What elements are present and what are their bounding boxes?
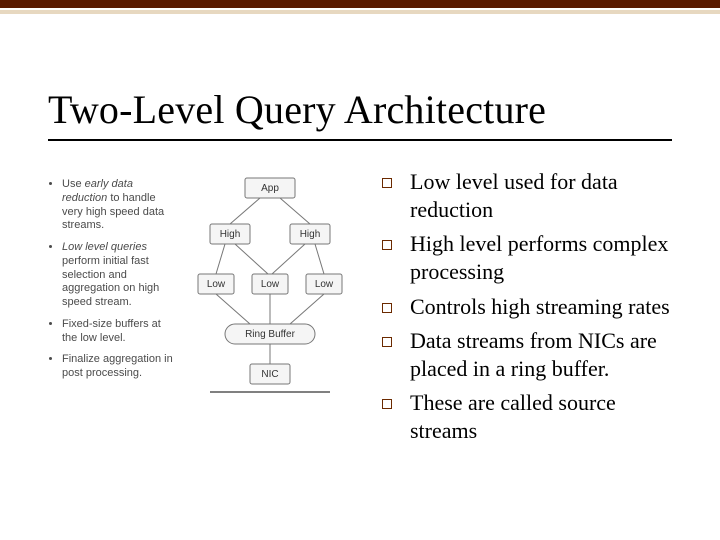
label-nic: NIC [261, 369, 278, 380]
note-item: Low level queries perform initial fast s… [62, 241, 178, 310]
title-underline [48, 139, 672, 141]
note-item: Finalize aggregation in post processing. [62, 353, 178, 381]
left-column: Use early data reduction to handle very … [48, 168, 358, 510]
note-em: Low level queries [62, 241, 147, 253]
right-column: Low level used for data reduction High l… [358, 168, 678, 510]
diagram-svg: App High High Low Low Low Ring Buffer NI… [190, 174, 350, 394]
label-high: High [300, 229, 321, 240]
bullet-text: High level performs complex processing [410, 230, 678, 286]
square-bullet-icon [382, 399, 392, 409]
note-text: Finalize aggregation in post processing. [62, 353, 173, 379]
content-area: Use early data reduction to handle very … [48, 168, 678, 510]
top-decor [0, 0, 720, 14]
label-low: Low [261, 279, 280, 290]
square-bullet-icon [382, 337, 392, 347]
bullet-item: High level performs complex processing [382, 230, 678, 286]
label-low: Low [207, 279, 226, 290]
side-notes: Use early data reduction to handle very … [48, 168, 178, 510]
note-text: perform initial fast selection and aggre… [62, 255, 159, 308]
slide: Two-Level Query Architecture Use early d… [0, 0, 720, 540]
note-text: Fixed-size buffers at the low level. [62, 318, 161, 344]
bullet-item: Data streams from NICs are placed in a r… [382, 327, 678, 383]
bullet-item: Controls high streaming rates [382, 293, 678, 321]
bullet-text: Controls high streaming rates [410, 293, 678, 321]
architecture-diagram: App High High Low Low Low Ring Buffer NI… [190, 168, 350, 510]
square-bullet-icon [382, 303, 392, 313]
square-bullet-icon [382, 240, 392, 250]
bullet-list: Low level used for data reduction High l… [382, 168, 678, 445]
decor-bar-light [0, 10, 720, 14]
title-block: Two-Level Query Architecture [48, 86, 672, 141]
bullet-text: Low level used for data reduction [410, 168, 678, 224]
bullet-text: Data streams from NICs are placed in a r… [410, 327, 678, 383]
bullet-item: These are called source streams [382, 389, 678, 445]
note-item: Fixed-size buffers at the low level. [62, 318, 178, 346]
slide-title: Two-Level Query Architecture [48, 86, 672, 133]
square-bullet-icon [382, 178, 392, 188]
label-low: Low [315, 279, 334, 290]
bullet-text: These are called source streams [410, 389, 678, 445]
label-high: High [220, 229, 241, 240]
label-ring: Ring Buffer [245, 329, 296, 340]
note-item: Use early data reduction to handle very … [62, 178, 178, 233]
bullet-item: Low level used for data reduction [382, 168, 678, 224]
note-text: Use [62, 178, 85, 190]
decor-bar-dark [0, 0, 720, 8]
label-app: App [261, 183, 279, 194]
